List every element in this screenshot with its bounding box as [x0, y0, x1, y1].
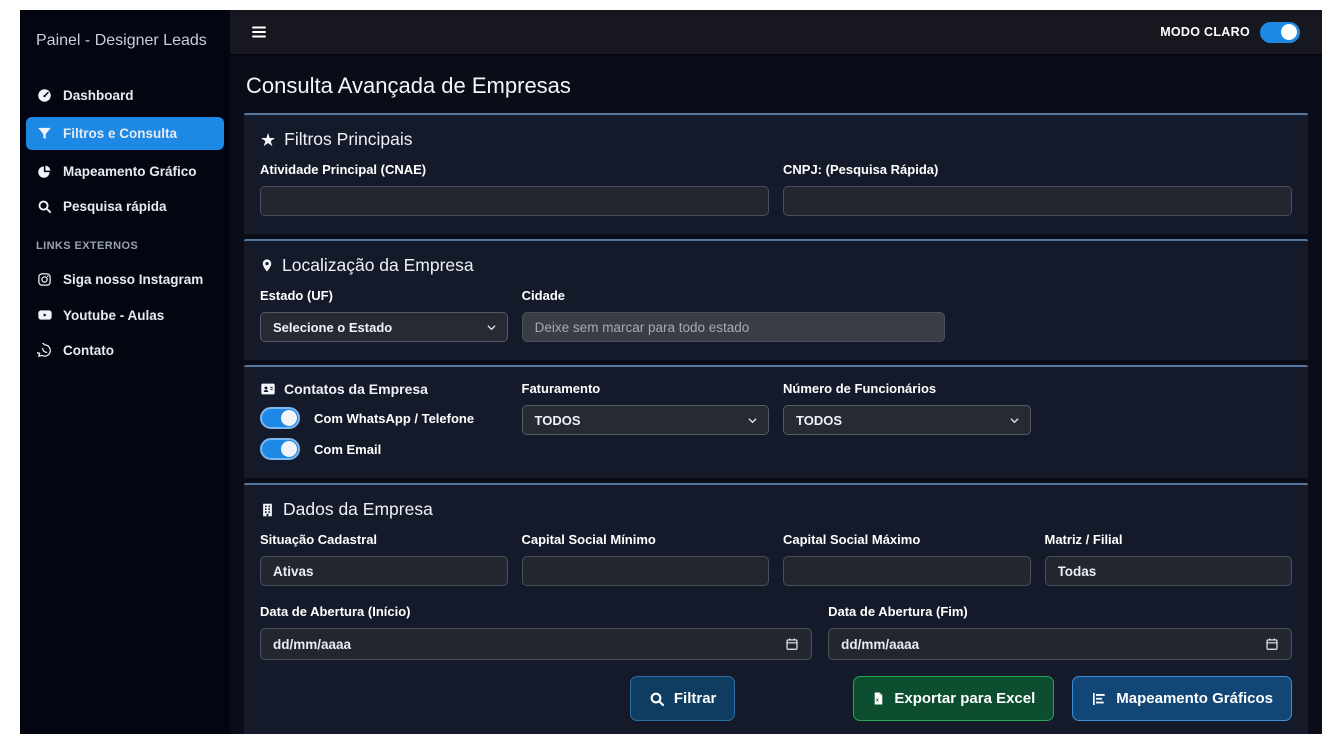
- sidebar-item-label: Pesquisa rápida: [63, 199, 167, 214]
- sidebar-item-mapeamento-grafico[interactable]: Mapeamento Gráfico: [26, 156, 224, 187]
- hamburger-icon[interactable]: [250, 23, 268, 41]
- situacao-input[interactable]: [260, 556, 508, 586]
- chevron-down-icon: [747, 415, 758, 426]
- cnpj-label: CNPJ: (Pesquisa Rápida): [783, 162, 1292, 177]
- email-toggle-label: Com Email: [314, 442, 381, 457]
- data-inicio-value: dd/mm/aaaa: [273, 637, 351, 652]
- building-icon: [260, 502, 275, 518]
- cnae-label: Atividade Principal (CNAE): [260, 162, 769, 177]
- estado-label: Estado (UF): [260, 288, 508, 303]
- search-icon: [36, 199, 53, 214]
- whatsapp-toggle[interactable]: [260, 407, 300, 429]
- capital-min-input[interactable]: [522, 556, 770, 586]
- instagram-icon: [36, 272, 53, 287]
- bar-chart-icon: [1091, 691, 1107, 707]
- sidebar-item-pesquisa-rapida[interactable]: Pesquisa rápida: [26, 191, 224, 222]
- search-icon: [649, 691, 665, 707]
- excel-file-icon: x: [872, 691, 885, 706]
- section-title: Localização da Empresa: [282, 255, 474, 276]
- faturamento-label: Faturamento: [522, 381, 770, 396]
- page-content: Consulta Avançada de Empresas ★ Filtros …: [230, 55, 1322, 734]
- theme-toggle-label: MODO CLARO: [1160, 25, 1250, 39]
- calendar-icon[interactable]: [1265, 637, 1279, 651]
- section-dados: Dados da Empresa Situação Cadastral Capi…: [244, 483, 1308, 734]
- pie-chart-icon: [36, 164, 53, 179]
- filter-icon: [36, 126, 53, 141]
- toggle-knob: [281, 410, 297, 426]
- chevron-down-icon: [1009, 415, 1020, 426]
- cnpj-input[interactable]: [783, 186, 1292, 216]
- sidebar-section-header: LINKS EXTERNOS: [20, 226, 230, 260]
- sidebar-item-instagram[interactable]: Siga nosso Instagram: [26, 264, 224, 295]
- capital-max-label: Capital Social Máximo: [783, 532, 1031, 547]
- sidebar-item-label: Mapeamento Gráfico: [63, 164, 197, 179]
- calendar-icon[interactable]: [785, 637, 799, 651]
- data-inicio-input[interactable]: dd/mm/aaaa: [260, 628, 812, 660]
- theme-toggle[interactable]: [1260, 22, 1300, 43]
- whatsapp-toggle-label: Com WhatsApp / Telefone: [314, 411, 474, 426]
- app-window: Painel - Designer Leads Dashboard Filtro…: [20, 10, 1322, 734]
- email-toggle[interactable]: [260, 438, 300, 460]
- data-inicio-label: Data de Abertura (Início): [260, 604, 812, 619]
- section-title: Dados da Empresa: [283, 499, 433, 520]
- section-filtros-principais: ★ Filtros Principais Atividade Principal…: [244, 113, 1308, 234]
- funcionarios-select-value: TODOS: [796, 413, 842, 428]
- whatsapp-icon: [36, 343, 53, 358]
- section-title: Filtros Principais: [284, 129, 412, 150]
- star-icon: ★: [260, 131, 276, 149]
- sidebar: Painel - Designer Leads Dashboard Filtro…: [20, 10, 230, 734]
- sidebar-item-label: Dashboard: [63, 88, 134, 103]
- sidebar-item-label: Filtros e Consulta: [63, 126, 177, 141]
- faturamento-select[interactable]: TODOS: [522, 405, 770, 435]
- filtrar-button-label: Filtrar: [674, 690, 717, 707]
- cidade-label: Cidade: [522, 288, 945, 303]
- funcionarios-label: Número de Funcionários: [783, 381, 1031, 396]
- map-pin-icon: [260, 257, 274, 274]
- sidebar-item-filtros-e-consulta[interactable]: Filtros e Consulta: [26, 117, 224, 150]
- data-fim-input[interactable]: dd/mm/aaaa: [828, 628, 1292, 660]
- filtrar-button[interactable]: Filtrar: [630, 676, 736, 721]
- contact-card-icon: [260, 381, 276, 397]
- cnae-input[interactable]: [260, 186, 769, 216]
- situacao-label: Situação Cadastral: [260, 532, 508, 547]
- youtube-icon: [36, 307, 53, 323]
- svg-text:x: x: [876, 697, 879, 703]
- actions-row: Filtrar x Exportar para Excel Mapeamento…: [260, 676, 1292, 721]
- data-fim-label: Data de Abertura (Fim): [828, 604, 1292, 619]
- mapeamento-graficos-button-label: Mapeamento Gráficos: [1116, 690, 1273, 707]
- exportar-excel-button[interactable]: x Exportar para Excel: [853, 676, 1054, 721]
- chevron-down-icon: [486, 322, 497, 333]
- section-contatos: Contatos da Empresa Com WhatsApp / Telef…: [244, 365, 1308, 478]
- sidebar-item-youtube[interactable]: Youtube - Aulas: [26, 299, 224, 331]
- capital-max-input[interactable]: [783, 556, 1031, 586]
- estado-select[interactable]: Selecione o Estado: [260, 312, 508, 342]
- faturamento-select-value: TODOS: [535, 413, 581, 428]
- estado-select-value: Selecione o Estado: [273, 320, 392, 335]
- section-localizacao: Localização da Empresa Estado (UF) Selec…: [244, 239, 1308, 360]
- toggle-knob: [281, 441, 297, 457]
- mapeamento-graficos-button[interactable]: Mapeamento Gráficos: [1072, 676, 1292, 721]
- theme-switcher: MODO CLARO: [1160, 22, 1300, 43]
- sidebar-item-label: Contato: [63, 343, 114, 358]
- sidebar-item-label: Siga nosso Instagram: [63, 272, 203, 287]
- sidebar-item-dashboard[interactable]: Dashboard: [26, 80, 224, 111]
- whatsapp-toggle-row: Com WhatsApp / Telefone: [260, 407, 508, 429]
- sidebar-item-contato[interactable]: Contato: [26, 335, 224, 366]
- toggle-knob: [1281, 24, 1297, 40]
- email-toggle-row: Com Email: [260, 438, 508, 460]
- capital-min-label: Capital Social Mínimo: [522, 532, 770, 547]
- sidebar-brand: Painel - Designer Leads: [20, 24, 230, 76]
- gauge-icon: [36, 88, 53, 103]
- main-area: MODO CLARO Consulta Avançada de Empresas…: [230, 10, 1322, 734]
- page-title: Consulta Avançada de Empresas: [246, 73, 1308, 99]
- data-fim-value: dd/mm/aaaa: [841, 637, 919, 652]
- sidebar-item-label: Youtube - Aulas: [63, 308, 164, 323]
- section-title: Contatos da Empresa: [284, 381, 428, 397]
- matriz-filial-input[interactable]: [1045, 556, 1293, 586]
- topbar: MODO CLARO: [230, 10, 1322, 55]
- matriz-filial-label: Matriz / Filial: [1045, 532, 1293, 547]
- cidade-input[interactable]: [522, 312, 945, 342]
- exportar-excel-button-label: Exportar para Excel: [894, 690, 1035, 707]
- funcionarios-select[interactable]: TODOS: [783, 405, 1031, 435]
